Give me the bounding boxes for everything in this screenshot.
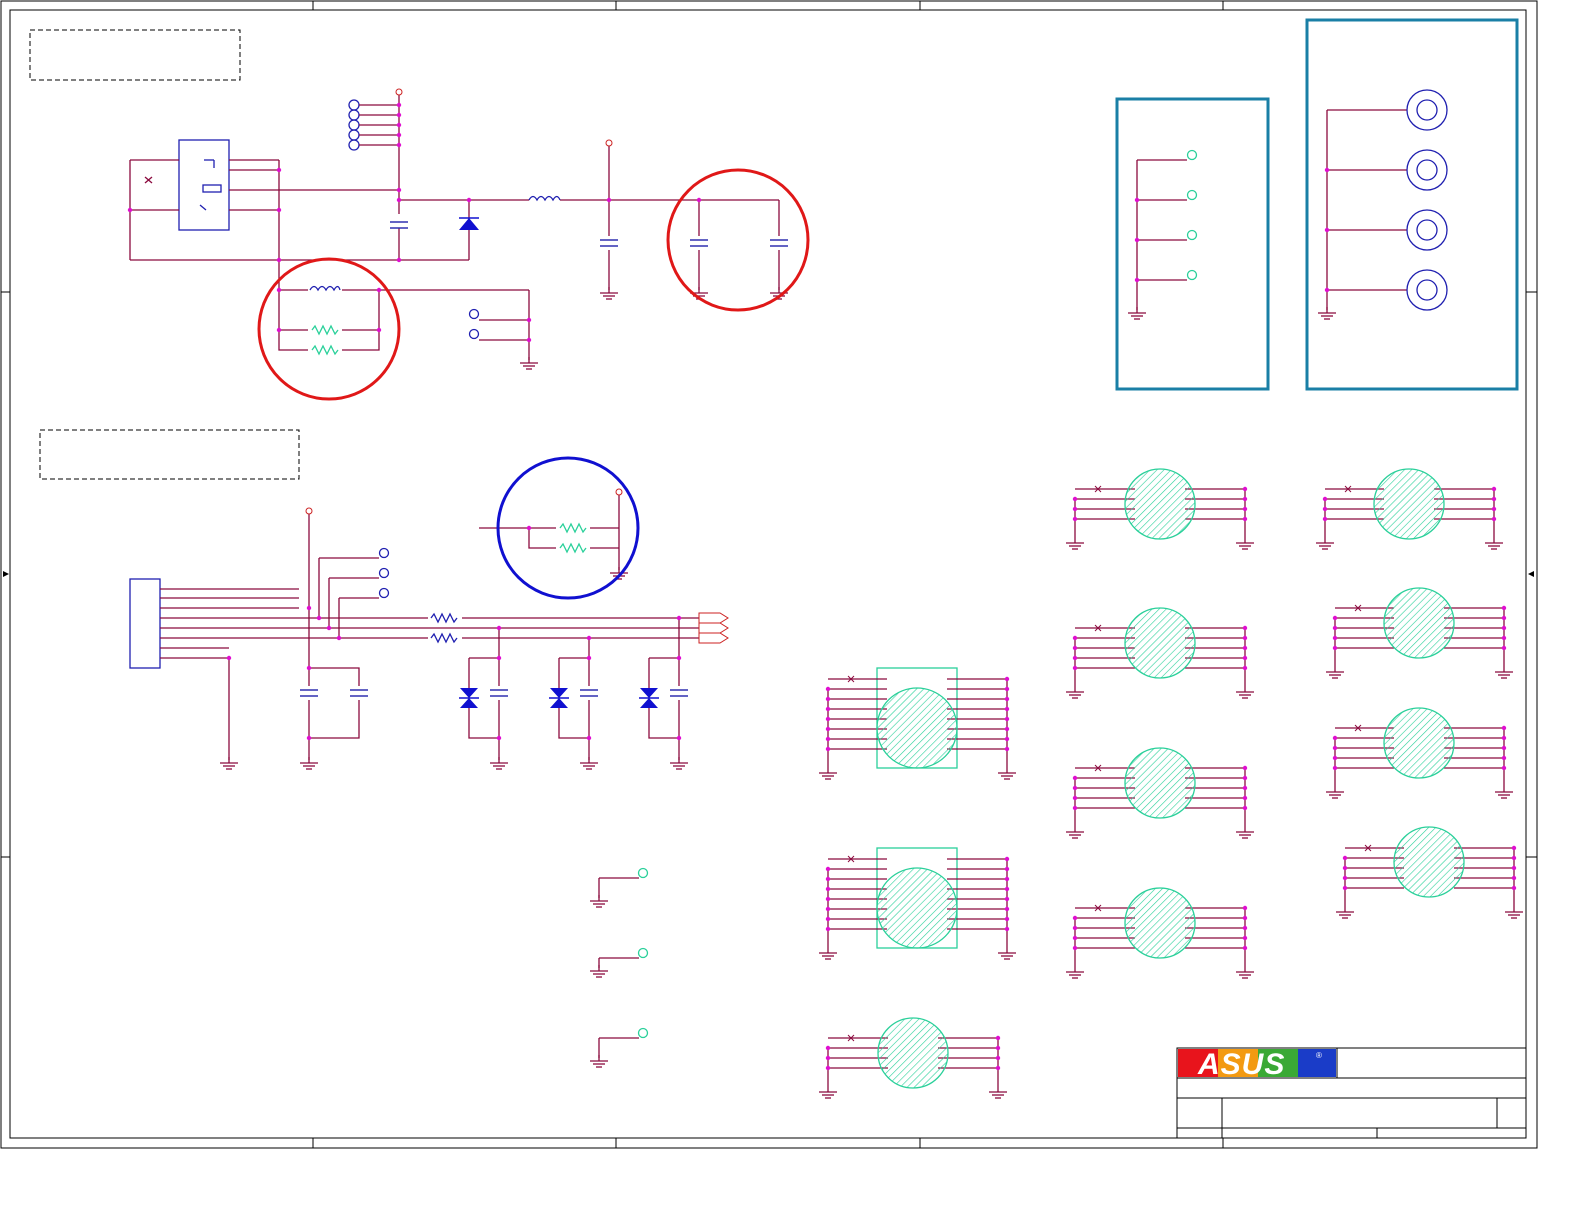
test-point-icon [637,1027,649,1039]
mounting-hole-icon [1406,89,1448,131]
asus-logo: ASUS ® [1178,1048,1336,1081]
hatched-pad-footprint [1326,587,1513,679]
hatched-pad-footprint [1316,468,1503,550]
dc-input-section [127,88,789,370]
test-points-bottom [589,867,649,1068]
test-point-icon [637,947,649,959]
mounting-hole-icon [1406,269,1448,311]
hatched-pad-footprint [1066,468,1254,550]
hatched-pad-footprint [1066,607,1254,699]
offpage-connector-icon [698,612,729,624]
highlight-box-test-points [1115,97,1270,391]
mounting-pad-group [819,468,1523,1099]
inductor-icon [528,195,561,202]
title-block: ASUS ® [1176,1047,1527,1139]
hatched-pad-footprint [1326,707,1513,799]
mounting-hole-box-group [1305,18,1519,391]
test-point-icon [637,867,649,879]
diode-icon [459,218,479,230]
mounting-hole-icon [1406,149,1448,191]
registered-mark: ® [1316,1051,1322,1060]
logo-text: ASUS [1197,1048,1285,1081]
note-box-top [29,29,241,81]
test-point-box-group [1115,97,1270,391]
hatched-pad-footprint [819,847,1016,960]
connector-section [129,456,729,770]
tvs-diode-icon [548,687,570,709]
frame-arrow-right-icon [1528,571,1534,577]
schematic-sheet: ASUS ® [0,0,1538,1149]
hatched-pad-footprint [819,667,1016,780]
frame-arrow-left-icon [3,571,9,577]
hatched-pad-footprint [1066,747,1254,839]
note-box-middle [39,429,300,480]
tvs-diode-icon [638,687,660,709]
hatched-pad-footprint [1066,887,1254,979]
hatched-pad-footprint [819,1017,1007,1099]
hatched-pad-footprint [1336,826,1523,919]
tvs-diode-icon [458,687,480,709]
connector-icon [129,578,161,669]
test-point-cluster [348,99,399,151]
highlight-box-mounting-holes [1305,18,1519,391]
mounting-hole-icon [1406,209,1448,251]
